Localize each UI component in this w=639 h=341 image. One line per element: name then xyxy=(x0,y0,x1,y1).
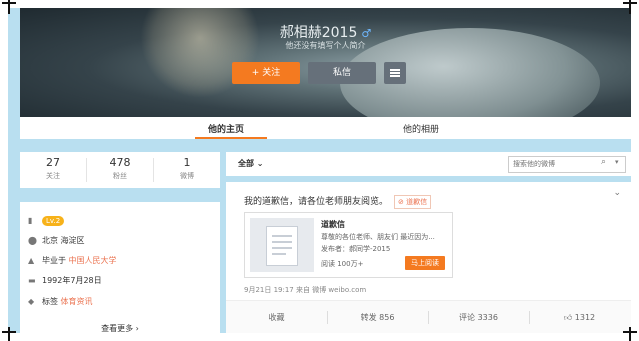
tab-photos[interactable]: 他的相册 xyxy=(403,122,439,135)
read-now-button[interactable]: 马上阅读 xyxy=(405,256,445,270)
feed-filter-dropdown[interactable]: 全部 ⌄ xyxy=(238,158,264,169)
search-icon[interactable]: ⌕ xyxy=(601,157,606,167)
search-input[interactable] xyxy=(513,158,599,170)
favorite-button[interactable]: 收藏 xyxy=(226,301,327,333)
tags-prefix: 标签 xyxy=(42,297,58,306)
info-tags-row: ◆ 标签 体育资讯 xyxy=(28,295,93,309)
weibo-profile-page: 郝相赫2015 ♂ 他还没有填写个人简介 + 关注 私信 他的主页 他的相册 27… xyxy=(8,8,631,333)
article-tag-label: 道歉信 xyxy=(406,198,428,206)
nickname-text: 郝相赫2015 xyxy=(279,25,358,41)
comment-button[interactable]: 评论 3336 xyxy=(428,301,529,333)
chevron-down-icon: ⌄ xyxy=(256,159,264,168)
more-menu-button[interactable] xyxy=(384,62,406,84)
article-title: 道歉信 xyxy=(321,220,345,229)
chevron-right-icon: › xyxy=(135,324,139,333)
feed-filter-label: 全部 xyxy=(238,159,254,168)
article-tag[interactable]: ⊘ 道歉信 xyxy=(394,195,432,209)
crop-mark xyxy=(8,0,10,14)
info-school-row: ▲ 毕业于 中国人民大学 xyxy=(28,254,117,268)
location-text: 北京 海淀区 xyxy=(42,236,85,245)
post-actions: 收藏 转发 856 评论 3336 👍︎ 1312 xyxy=(226,300,631,333)
profile-intro: 他还没有填写个人简介 xyxy=(285,41,366,50)
profile-info-card: ▮ Lv.2 ⬤ 北京 海淀区 ▲ 毕业于 中国人民大学 ▬ 1992年7月28日 ◆ 标… xyxy=(20,202,220,333)
stat-following[interactable]: 27 关注 xyxy=(20,156,86,181)
school-prefix: 毕业于 xyxy=(42,256,66,265)
birthday-text: 1992年7月28日 xyxy=(42,276,102,285)
stat-posts-label: 微博 xyxy=(180,172,194,180)
like-button[interactable]: 👍︎ 1312 xyxy=(529,301,630,333)
crop-mark xyxy=(629,0,631,14)
message-button[interactable]: 私信 xyxy=(308,62,376,84)
thumbs-up-icon: 👍︎ xyxy=(563,313,573,322)
stat-posts[interactable]: 1 微博 xyxy=(154,156,220,181)
post-text: 我的道歉信，请各位老师朋友阅览。 xyxy=(244,197,389,207)
article-thumbnail xyxy=(250,218,314,272)
school-link[interactable]: 中国人民大学 xyxy=(69,256,117,265)
cover-banner: 郝相赫2015 ♂ 他还没有填写个人简介 + 关注 私信 xyxy=(20,8,631,117)
profile-nickname: 郝相赫2015 ♂ xyxy=(20,22,631,42)
level-badge[interactable]: Lv.2 xyxy=(42,216,65,226)
crop-mark xyxy=(629,327,631,341)
profile-tabs: 他的主页 他的相册 xyxy=(20,117,631,139)
feed-toolbar: 全部 ⌄ ⌕ ▾ xyxy=(226,152,631,176)
feed-search-box: ⌕ ▾ xyxy=(508,156,626,173)
flag-icon: ▮ xyxy=(28,216,33,225)
stat-followers-label: 粉丝 xyxy=(113,172,127,180)
stat-posts-value: 1 xyxy=(183,156,191,169)
post-text-line: 我的道歉信，请各位老师朋友阅览。 ⊘ 道歉信 xyxy=(244,194,432,209)
follow-button-label: 关注 xyxy=(262,68,281,78)
article-author: 发布者：郝同学-2015 xyxy=(321,245,391,253)
tag-link[interactable]: 体育资讯 xyxy=(61,297,93,306)
active-tab-underline xyxy=(195,137,267,139)
stat-following-value: 27 xyxy=(46,156,60,169)
article-read-count: 阅读 100万+ xyxy=(321,260,364,268)
article-card[interactable]: 道歉信 尊敬的各位老师、朋友们 最近因为... 发布者：郝同学-2015 阅读 … xyxy=(244,212,453,278)
like-count: 1312 xyxy=(574,313,596,322)
post-meta: 9月21日 19:17 来自 微博 weibo.com xyxy=(244,286,367,294)
document-icon xyxy=(266,226,298,266)
stat-following-label: 关注 xyxy=(46,172,60,180)
location-pin-icon: ⬤ xyxy=(28,236,37,245)
stat-followers[interactable]: 478 粉丝 xyxy=(87,156,153,181)
see-more-link[interactable]: 查看更多 › xyxy=(20,323,220,333)
caret-down-icon[interactable]: ▾ xyxy=(615,158,619,166)
graduation-cap-icon: ▲ xyxy=(28,256,35,265)
crop-mark xyxy=(8,327,10,341)
follow-button[interactable]: + 关注 xyxy=(232,62,300,84)
tab-homepage[interactable]: 他的主页 xyxy=(208,122,244,135)
article-description: 尊敬的各位老师、朋友们 最近因为... xyxy=(321,233,435,241)
tag-icon: ◆ xyxy=(28,297,35,306)
info-level-row: ▮ Lv.2 xyxy=(28,214,65,228)
post-options-chevron-icon[interactable]: ⌄ xyxy=(613,188,621,198)
info-birthday-row: ▬ 1992年7月28日 xyxy=(28,274,102,288)
birthday-cake-icon: ▬ xyxy=(28,276,36,285)
repost-button[interactable]: 转发 856 xyxy=(327,301,428,333)
plus-icon: + xyxy=(251,68,260,78)
info-location-row: ⬤ 北京 海淀区 xyxy=(28,234,85,248)
stat-followers-value: 478 xyxy=(109,156,131,169)
link-icon: ⊘ xyxy=(398,198,407,206)
profile-stats: 27 关注 478 粉丝 1 微博 xyxy=(20,152,220,188)
see-more-label: 查看更多 xyxy=(101,324,134,333)
male-gender-icon: ♂ xyxy=(361,27,372,40)
weibo-post: 我的道歉信，请各位老师朋友阅览。 ⊘ 道歉信 ⌄ 道歉信 尊敬的各位老师、朋友们 … xyxy=(226,182,631,333)
